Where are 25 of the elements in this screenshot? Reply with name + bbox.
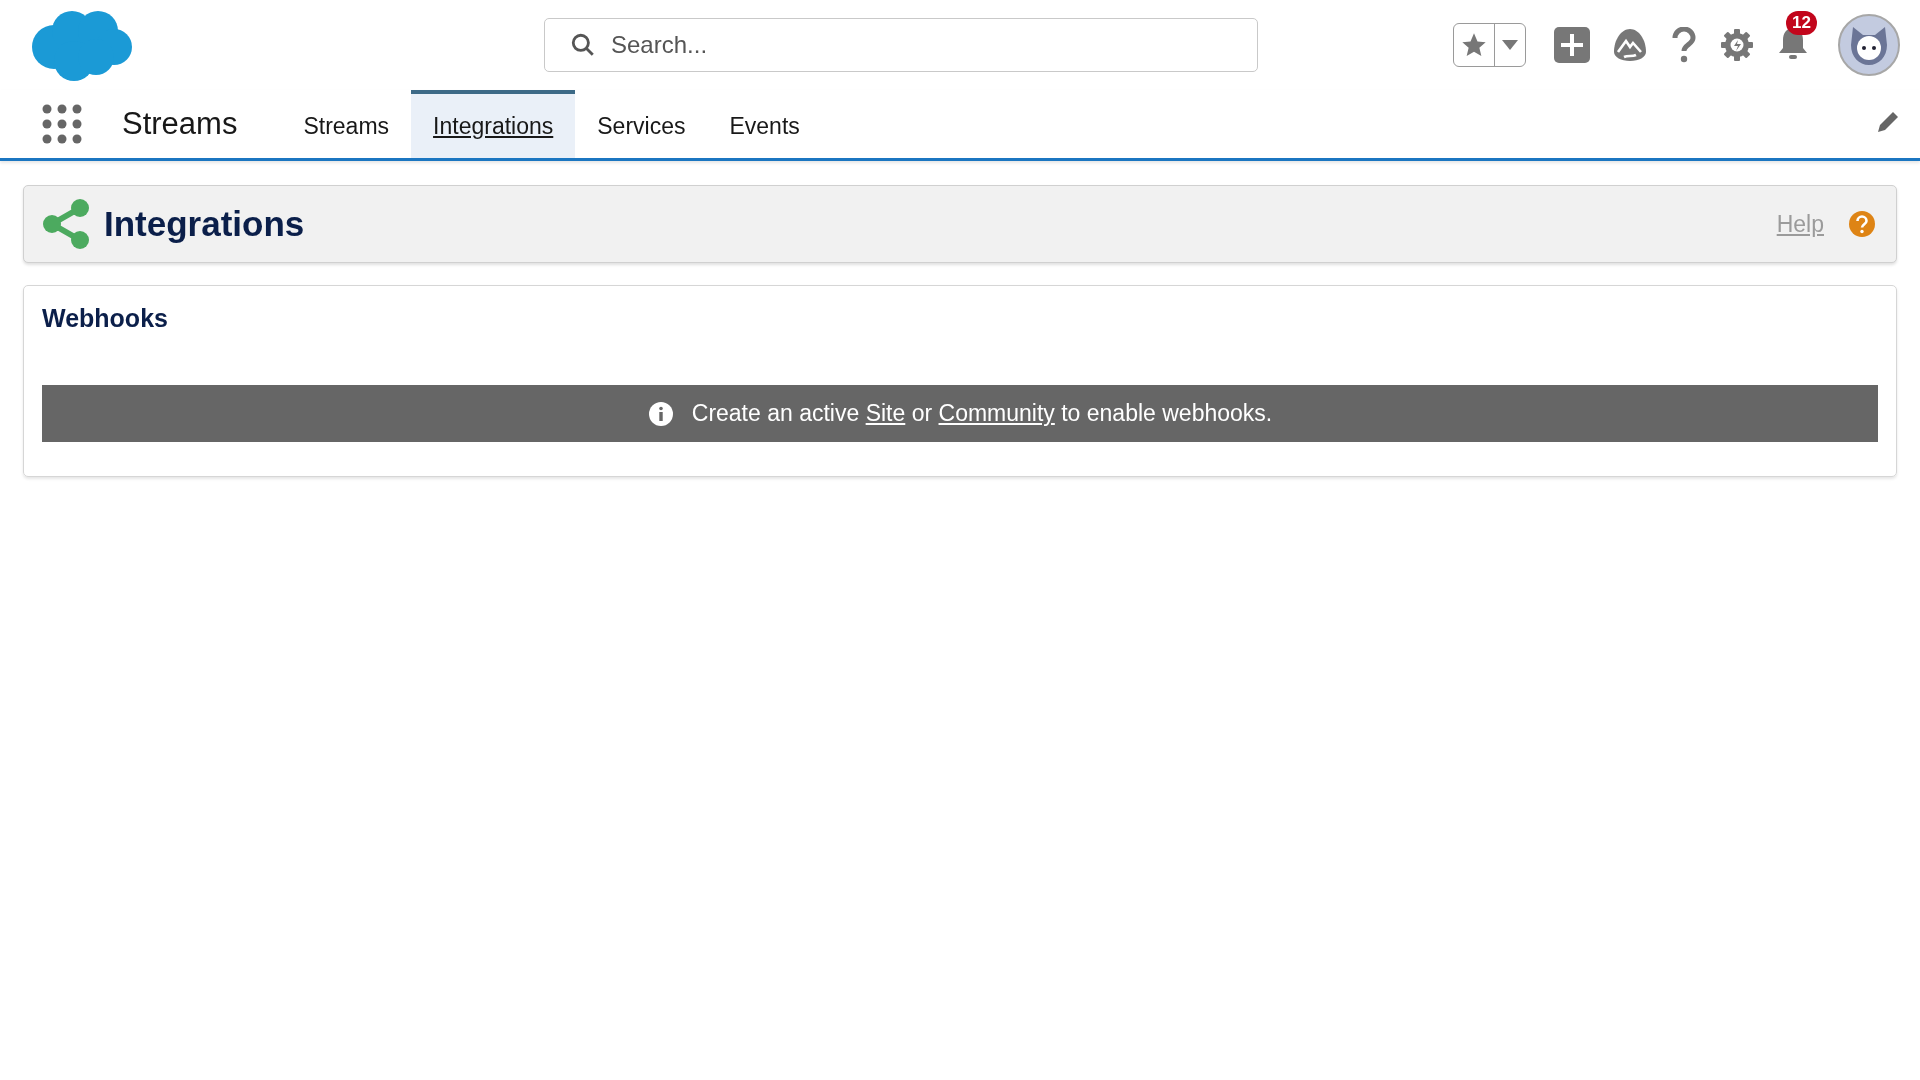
search-field[interactable]: Search... (544, 18, 1258, 72)
favorites-button[interactable] (1453, 23, 1526, 67)
app-launcher-icon[interactable] (42, 104, 82, 144)
card-title: Webhooks (42, 304, 169, 333)
banner-message: Create an active Site or Community to enable webhooks. (691, 400, 1273, 427)
nav-tab[interactable]: Events (707, 90, 822, 158)
settings-icon[interactable] (1720, 28, 1754, 62)
help-icon[interactable] (1670, 27, 1698, 63)
star-icon (1460, 31, 1488, 59)
page-title: Integrations (104, 204, 305, 244)
caret-icon (1501, 39, 1519, 51)
banner-link[interactable]: Site (865, 400, 906, 426)
share-icon (42, 198, 90, 250)
nav-tab[interactable]: Services (575, 90, 708, 158)
pencil-icon[interactable] (1876, 110, 1900, 134)
search-icon (570, 32, 596, 58)
banner-link[interactable]: Community (938, 400, 1055, 426)
notification-count: 12 (1786, 11, 1817, 35)
info-icon (647, 400, 674, 427)
mountain-icon[interactable] (1612, 28, 1648, 62)
nav-tab[interactable]: Integrations (411, 90, 576, 158)
plus-icon[interactable] (1554, 27, 1590, 63)
nav-tab[interactable]: Streams (281, 90, 412, 158)
app-name: Streams (122, 106, 238, 142)
help-icon[interactable] (1848, 210, 1876, 238)
